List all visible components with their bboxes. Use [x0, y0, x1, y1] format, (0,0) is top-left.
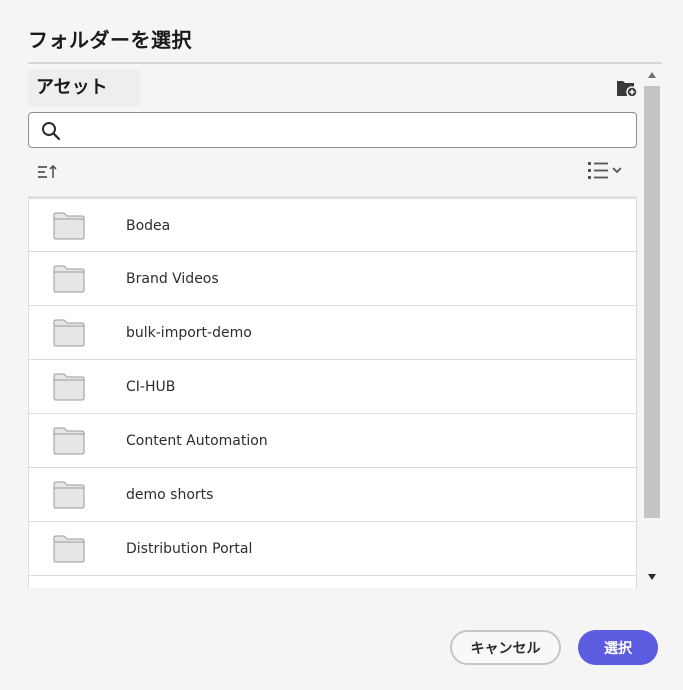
view-mode-button[interactable]: [587, 160, 625, 182]
search-input[interactable]: [69, 115, 629, 145]
folder-row[interactable]: Brand Videos: [28, 252, 637, 306]
folder-label: bulk-import-demo: [126, 325, 252, 341]
new-folder-button[interactable]: [616, 78, 638, 98]
folder-label: demo shorts: [126, 487, 214, 503]
folder-label: Brand Videos: [126, 271, 219, 287]
search-field[interactable]: [28, 112, 637, 148]
folder-row[interactable]: bulk-import-demo: [28, 306, 637, 360]
folder-icon: [53, 373, 85, 401]
sort-button[interactable]: [36, 162, 60, 182]
folder-row[interactable]: Content Automation: [28, 414, 637, 468]
folder-label: Distribution Portal: [126, 541, 253, 557]
folder-row[interactable]: Bodea: [28, 198, 637, 252]
scroll-down-arrow[interactable]: [648, 574, 656, 580]
folder-row[interactable]: demo shorts: [28, 468, 637, 522]
scroll-thumb[interactable]: [644, 86, 660, 518]
folder-label: Bodea: [126, 218, 171, 234]
folder-label: Content Automation: [126, 433, 268, 449]
scroll-up-arrow[interactable]: [648, 72, 656, 78]
panel-header: アセット: [28, 70, 642, 106]
search-icon: [42, 122, 61, 141]
folder-icon: [53, 265, 85, 293]
cancel-button[interactable]: キャンセル: [450, 630, 561, 665]
folder-row[interactable]: [28, 576, 637, 588]
folder-icon: [53, 212, 85, 240]
dialog-title: フォルダーを選択: [28, 28, 192, 52]
sort-icon: [38, 164, 57, 178]
folder-icon: [53, 319, 85, 347]
select-button[interactable]: 選択: [578, 630, 658, 665]
folder-browser-panel: アセット Bodea Brand Videos bulk-import-demo…: [28, 62, 662, 588]
list-view-icon: [588, 162, 622, 179]
folder-row[interactable]: CI-HUB: [28, 360, 637, 414]
list-toolbar: [28, 156, 637, 188]
folder-icon: [53, 535, 85, 563]
scrollbar[interactable]: [643, 66, 661, 586]
folder-row[interactable]: Distribution Portal: [28, 522, 637, 576]
new-folder-icon: [617, 81, 638, 98]
folder-icon: [53, 481, 85, 509]
breadcrumb-current: アセット: [28, 70, 140, 106]
folder-list: Bodea Brand Videos bulk-import-demo CI-HUB C…: [28, 196, 637, 588]
folder-icon: [53, 427, 85, 455]
folder-label: CI-HUB: [126, 379, 176, 395]
